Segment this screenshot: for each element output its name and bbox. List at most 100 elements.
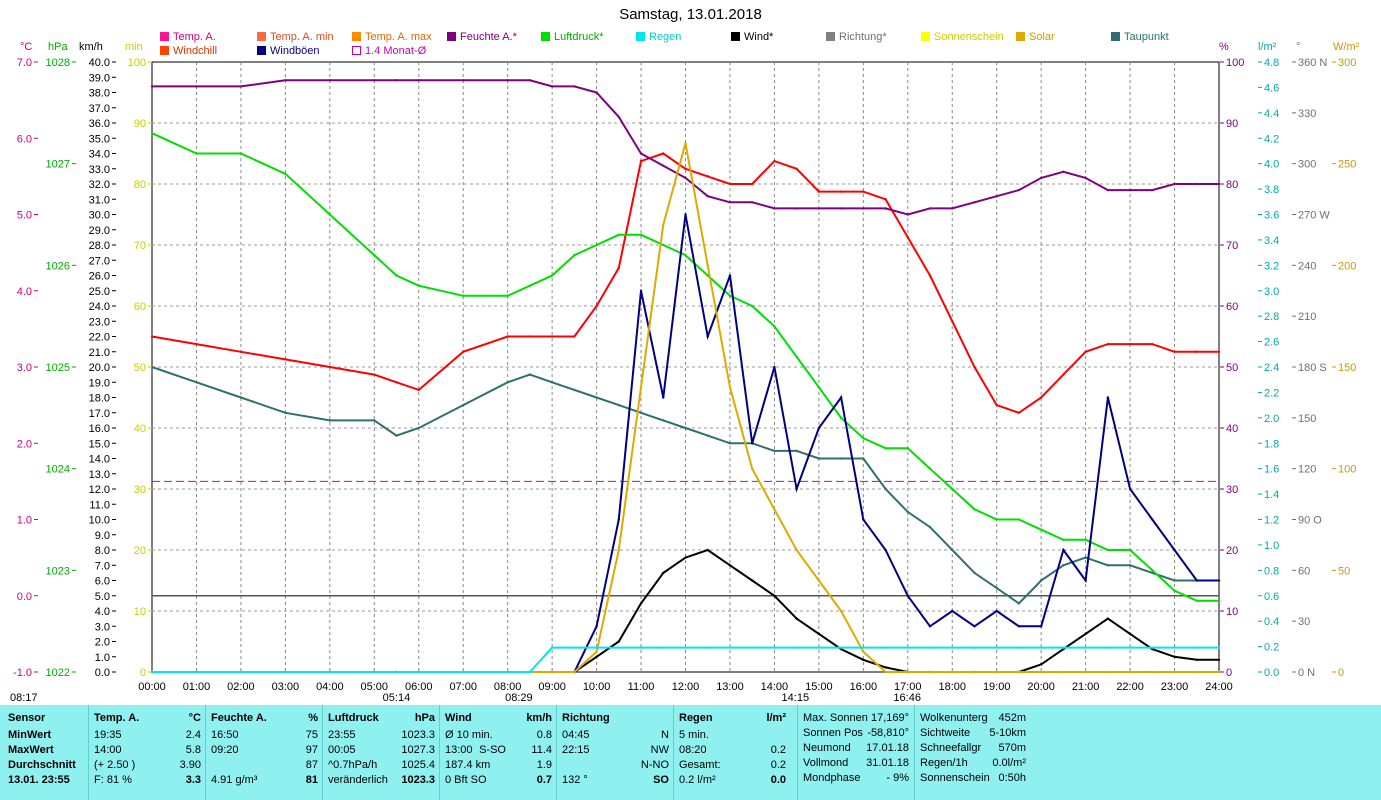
data-point [328, 79, 332, 82]
tick-label-wind: 12.0 [89, 484, 110, 496]
data-point [1151, 646, 1154, 649]
data-point [550, 335, 554, 338]
marker-label: 05:14 [383, 692, 411, 704]
stat-time: 22:15 [562, 744, 590, 756]
astro-value: - 9% [886, 772, 909, 784]
tick-label-time: 07:00 [449, 681, 477, 693]
data-point [951, 320, 954, 323]
tick-label-time: 20:00 [1027, 681, 1055, 693]
data-point [1195, 658, 1198, 661]
tick-label-direction: 150 [1298, 413, 1316, 425]
data-point [706, 548, 709, 552]
data-point [684, 426, 687, 430]
data-point [1217, 599, 1221, 603]
tick-label-pressure: 1027 [46, 159, 70, 171]
tick-label-rain: 4.6 [1264, 82, 1279, 94]
data-point [750, 182, 754, 186]
stat-value: 1023.3 [401, 729, 435, 741]
column-header: Wind [445, 712, 472, 724]
data-point [906, 447, 909, 450]
data-point [617, 518, 621, 521]
tick-label-rain: 1.2 [1264, 515, 1279, 527]
data-point [1039, 663, 1043, 666]
tick-label-time: 22:00 [1116, 681, 1144, 693]
tick-label-humidity: 20 [1226, 545, 1238, 557]
data-point [395, 79, 398, 82]
data-point [795, 167, 798, 170]
data-point [773, 365, 776, 369]
tick-label-rain: 3.8 [1264, 184, 1279, 196]
data-point [595, 646, 598, 649]
misc-value: 452m [998, 712, 1026, 724]
data-point [1173, 350, 1176, 353]
tick-label-pressure: 1023 [46, 565, 70, 577]
data-point [328, 213, 332, 216]
data-point [862, 436, 865, 440]
tick-label-rain: 0.4 [1264, 616, 1279, 628]
data-point [928, 525, 932, 529]
data-point [906, 646, 909, 649]
column-header: Temp. A. [94, 712, 140, 724]
data-point [928, 625, 932, 628]
tick-label-wind: 8.0 [95, 545, 110, 557]
sunrise-label: 08:17 [10, 692, 38, 704]
data-point [1173, 589, 1176, 592]
axis-unit: % [1219, 41, 1229, 53]
data-point [750, 442, 754, 445]
tick-label-sun: 0 [140, 667, 146, 679]
data-point [617, 115, 621, 119]
stat-time: 19:35 [94, 729, 122, 741]
data-point [239, 85, 243, 88]
tick-label-temp: 1.0 [17, 515, 32, 527]
data-point [506, 670, 509, 674]
tick-label-pressure: 1026 [46, 260, 70, 272]
data-point [284, 670, 287, 674]
data-point [862, 457, 865, 460]
data-point [617, 646, 621, 649]
column-header: Sensor [8, 712, 46, 724]
data-point [1173, 579, 1176, 582]
tick-label-humidity: 50 [1226, 362, 1238, 374]
stat-value: 0.8 [536, 729, 552, 741]
data-point [462, 670, 465, 674]
tick-label-sun: 80 [134, 179, 146, 191]
data-point [728, 386, 732, 389]
axis-unit: l/m² [1258, 41, 1277, 53]
data-point [595, 91, 598, 94]
stat-value: N-NO [640, 759, 669, 771]
data-point [839, 190, 843, 193]
data-point [617, 548, 621, 552]
data-point [1173, 655, 1176, 658]
tick-label-time: 16:00 [850, 681, 878, 693]
tick-label-time: 23:00 [1161, 681, 1189, 693]
tick-label-temp: -1.0 [13, 667, 32, 679]
tick-label-time: 09:00 [538, 681, 566, 693]
data-point [973, 201, 976, 204]
data-point [795, 355, 798, 359]
data-point [839, 609, 843, 613]
weather-chart: Samstag, 13.01.2018 Temp. A. Temp. A. min… [0, 0, 1381, 705]
data-point [1128, 342, 1132, 346]
data-point [995, 586, 998, 590]
data-point [1106, 396, 1110, 399]
tick-label-rain: 1.8 [1264, 438, 1279, 450]
tick-label-wind: 25.0 [89, 286, 110, 298]
data-point [817, 190, 821, 193]
tick-label-wind: 24.0 [89, 301, 110, 313]
data-point [684, 556, 687, 559]
data-point [1039, 646, 1043, 649]
stat-value: N [661, 729, 669, 741]
data-point [150, 131, 154, 135]
tick-label-time: 10:00 [583, 681, 611, 693]
data-point [1173, 182, 1176, 186]
stat-footer-label: veränderlich [328, 774, 388, 786]
tick-label-wind: 2.0 [95, 637, 110, 649]
tick-label-humidity: 90 [1226, 118, 1238, 130]
data-point [928, 670, 932, 674]
data-point [595, 625, 598, 628]
data-point [528, 79, 532, 82]
data-point [1151, 670, 1154, 674]
data-point [506, 381, 509, 384]
data-point [639, 386, 643, 389]
stat-value: NW [650, 744, 669, 756]
